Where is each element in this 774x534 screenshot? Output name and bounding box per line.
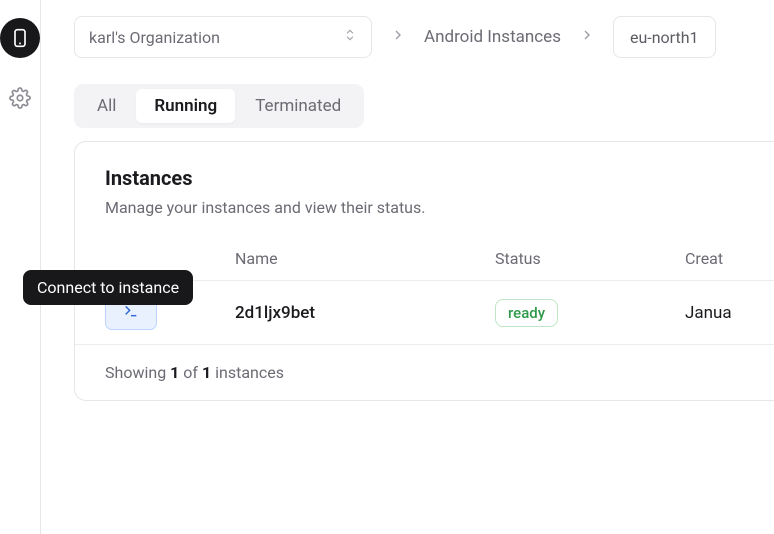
page-subtitle: Manage your instances and view their sta… xyxy=(105,198,763,217)
region-selector[interactable]: eu-north1 xyxy=(613,16,716,58)
breadcrumb-section[interactable]: Android Instances xyxy=(424,27,561,47)
main-content: karl's Organization Android Instances eu… xyxy=(41,0,774,534)
tab-terminated[interactable]: Terminated xyxy=(237,89,359,123)
tab-all[interactable]: All xyxy=(79,89,134,123)
col-name: Name xyxy=(235,249,495,268)
connect-tooltip: Connect to instance xyxy=(23,270,193,305)
brand-icon xyxy=(0,18,40,58)
terminal-icon xyxy=(121,303,141,323)
col-created: Creat xyxy=(685,249,763,268)
breadcrumb: karl's Organization Android Instances eu… xyxy=(74,16,774,58)
org-selector[interactable]: karl's Organization xyxy=(74,16,372,58)
org-label: karl's Organization xyxy=(89,28,220,47)
page-title: Instances xyxy=(105,166,763,190)
sidebar xyxy=(0,0,41,534)
instance-created: Janua xyxy=(685,303,763,323)
col-status: Status xyxy=(495,249,685,268)
status-badge: ready xyxy=(495,299,558,327)
chevron-right-icon xyxy=(579,27,595,47)
chevron-right-icon xyxy=(390,27,406,47)
instance-name: 2d1ljx9bet xyxy=(235,303,495,323)
card-header: Instances Manage your instances and view… xyxy=(75,142,774,237)
settings-icon[interactable] xyxy=(6,84,34,112)
table-footer: Showing 1 of 1 instances xyxy=(75,345,774,400)
chevrons-up-down-icon xyxy=(343,26,357,48)
tabs: All Running Terminated xyxy=(74,84,364,128)
region-label: eu-north1 xyxy=(630,28,699,47)
tab-running[interactable]: Running xyxy=(136,89,235,123)
